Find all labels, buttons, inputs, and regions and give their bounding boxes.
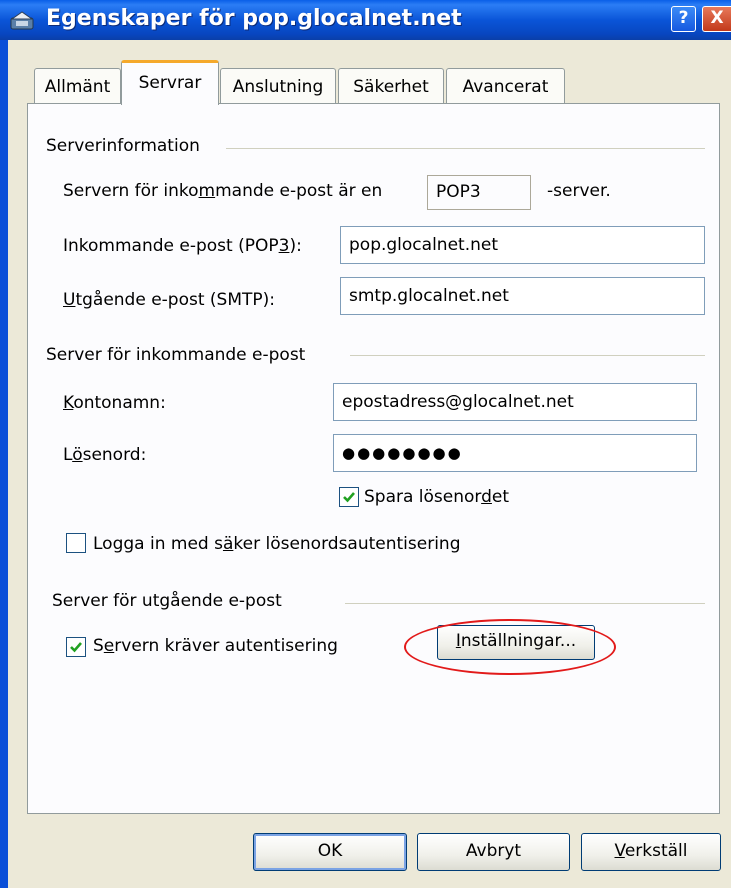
requires-auth-label[interactable]: Servern kräver autentisering <box>93 636 338 656</box>
window-title: Egenskaper för pop.glocalnet.net <box>46 6 462 31</box>
tab-servrar[interactable]: Servrar <box>121 60 219 105</box>
mail-properties-icon <box>9 9 37 31</box>
account-input[interactable]: epostadress@glocalnet.net <box>333 383 697 421</box>
outgoing-server-label: Utgående e-post (SMTP): <box>63 290 276 310</box>
incoming-server-input[interactable]: pop.glocalnet.net <box>340 226 705 264</box>
apply-button[interactable]: Verkställ <box>581 833 721 871</box>
group-divider <box>226 148 705 149</box>
title-bar[interactable]: Egenskaper för pop.glocalnet.net ? X <box>0 0 731 40</box>
tab-avancerat[interactable]: Avancerat <box>446 68 565 104</box>
window-frame <box>0 40 8 888</box>
outgoing-server-input[interactable]: smtp.glocalnet.net <box>340 277 705 315</box>
save-password-checkbox[interactable] <box>339 487 359 507</box>
incoming-type-prefix: Servern för inkommande e-post är en <box>63 181 383 201</box>
group-divider <box>345 603 705 604</box>
group-title-outgoing: Server för utgående e-post <box>52 591 282 611</box>
help-button[interactable]: ? <box>671 6 696 32</box>
highlight-circle <box>404 619 616 675</box>
checkmark-icon <box>70 642 82 653</box>
password-input[interactable]: ●●●●●●●● <box>333 434 697 472</box>
ok-button[interactable]: OK <box>253 833 407 871</box>
password-label: Lösenord: <box>63 445 147 465</box>
group-title-incoming: Server för inkommande e-post <box>46 345 306 365</box>
requires-auth-checkbox[interactable] <box>66 637 86 657</box>
incoming-server-label: Inkommande e-post (POP3): <box>63 236 302 256</box>
secure-auth-label[interactable]: Logga in med säker lösenordsautentiserin… <box>93 534 461 554</box>
tab-sakerhet[interactable]: Säkerhet <box>338 68 444 104</box>
account-label: Kontonamn: <box>63 393 166 413</box>
tab-anslutning[interactable]: Anslutning <box>220 68 336 104</box>
incoming-type-suffix: -server. <box>547 181 611 201</box>
group-title-serverinformation: Serverinformation <box>46 136 200 156</box>
cancel-button[interactable]: Avbryt <box>417 833 570 871</box>
close-button[interactable]: X <box>702 6 731 32</box>
save-password-label[interactable]: Spara lösenordet <box>364 487 509 507</box>
secure-auth-checkbox[interactable] <box>66 533 86 553</box>
server-type-field: POP3 <box>427 175 531 210</box>
checkmark-icon <box>343 492 355 503</box>
tab-allmant[interactable]: Allmänt <box>34 68 121 104</box>
group-divider <box>350 355 705 356</box>
